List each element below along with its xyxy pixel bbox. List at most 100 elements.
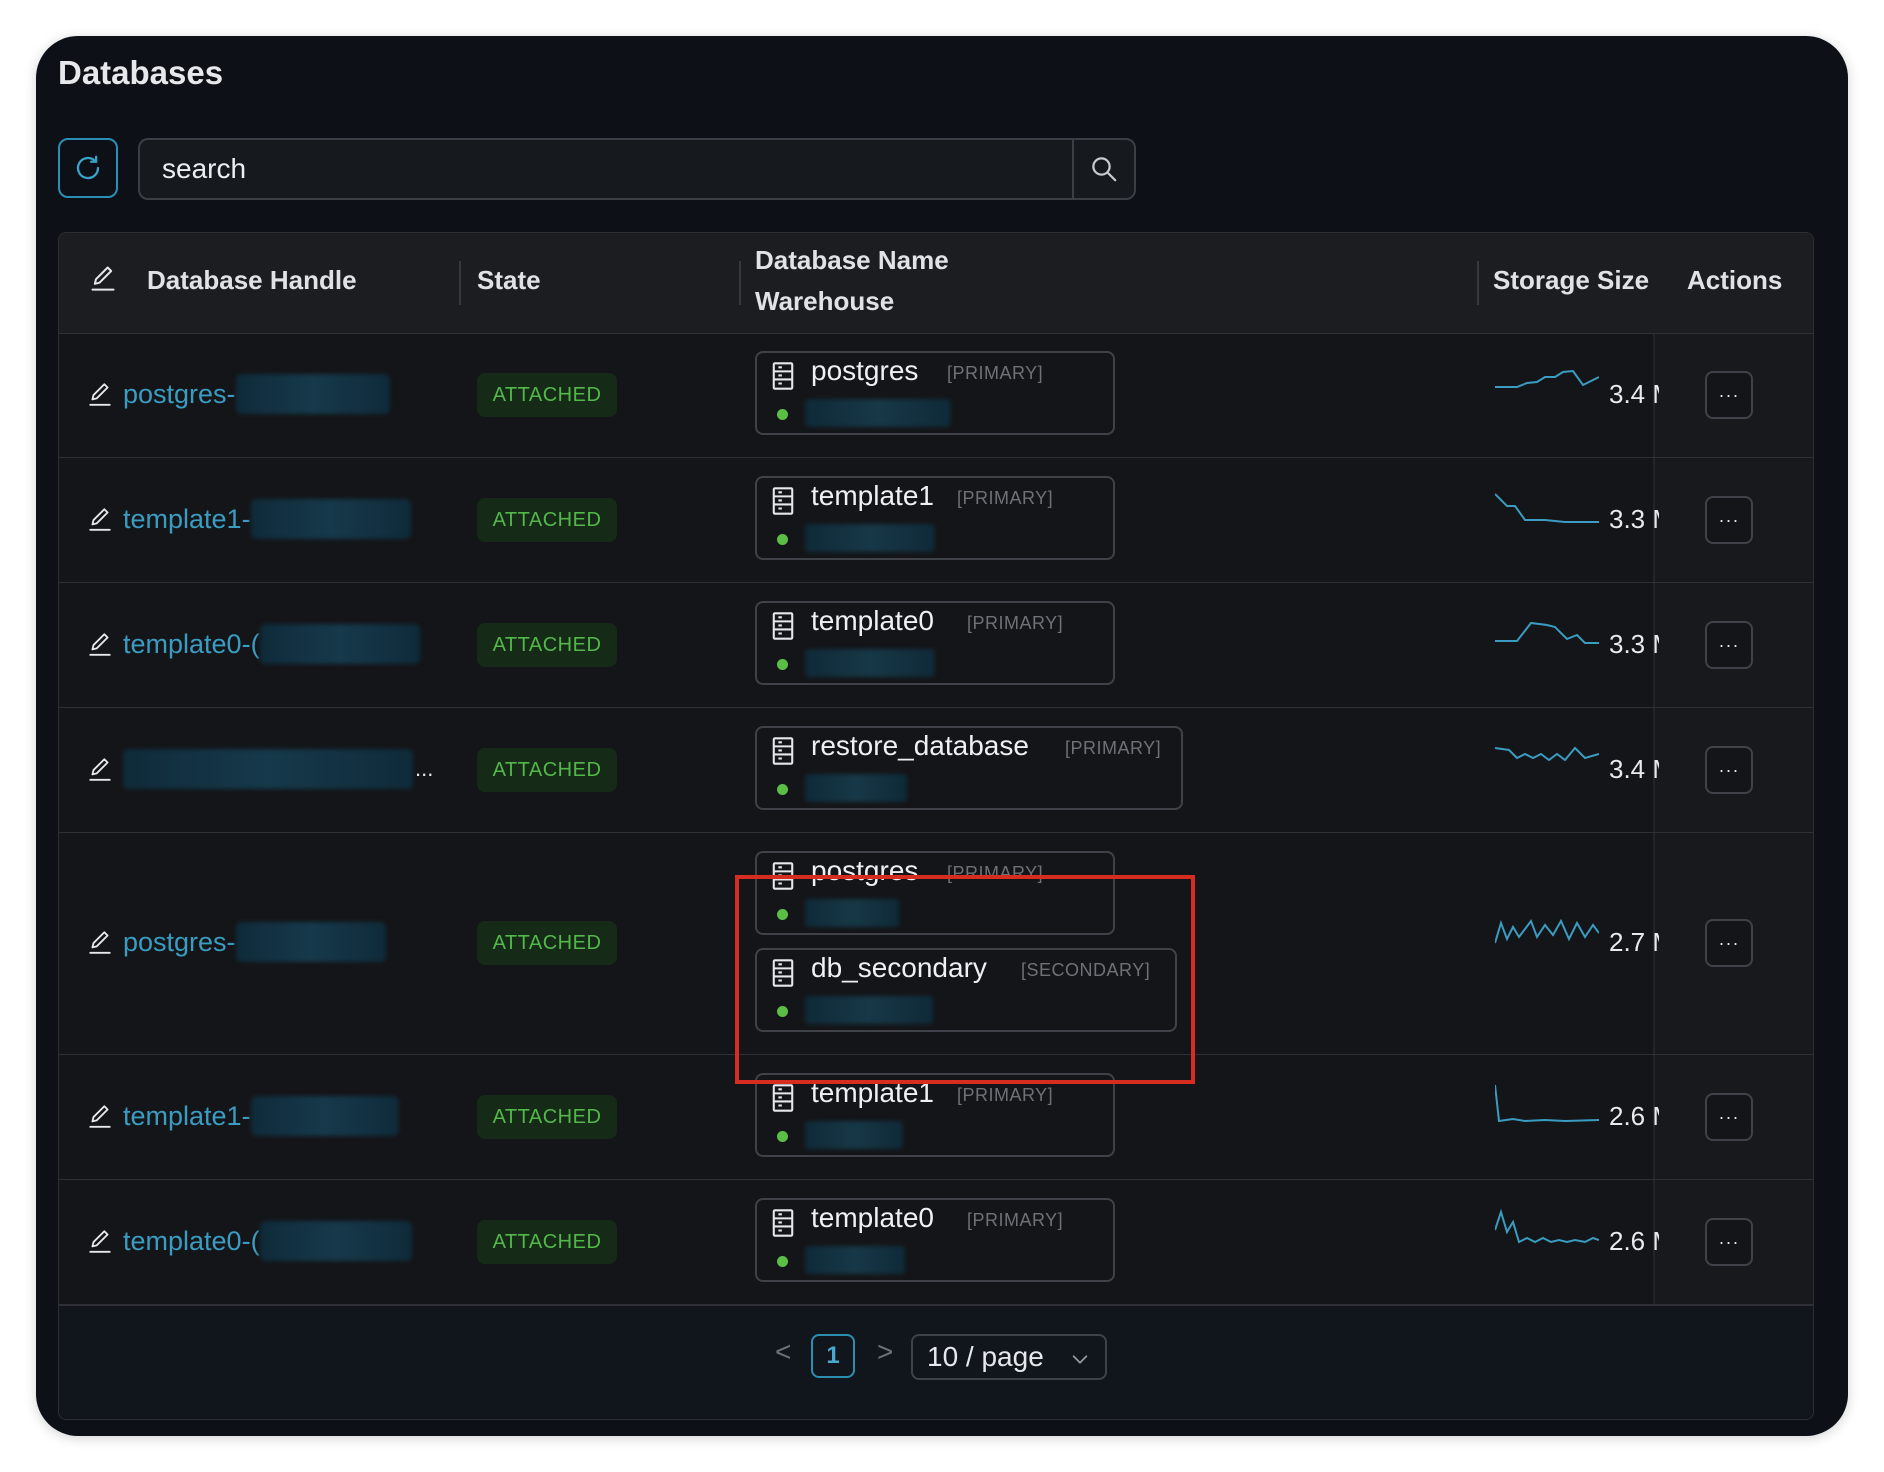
- handle-text: template0-(: [123, 628, 260, 659]
- storage-size: 3.4 MB: [1609, 754, 1659, 784]
- column-header-handle[interactable]: Database Handle: [147, 265, 357, 296]
- database-card[interactable]: template1 [PRIMARY]: [755, 476, 1115, 560]
- pencil-icon[interactable]: [87, 1102, 113, 1130]
- column-divider: [1477, 261, 1479, 305]
- redacted-warehouse: [805, 1121, 903, 1149]
- redacted-warehouse: [805, 899, 899, 927]
- database-card[interactable]: restore_database [PRIMARY]: [755, 726, 1183, 810]
- database-card[interactable]: postgres [PRIMARY]: [755, 351, 1115, 435]
- database-handle-link[interactable]: template1-: [87, 499, 411, 539]
- database-card[interactable]: template0 [PRIMARY]: [755, 601, 1115, 685]
- database-handle-link[interactable]: template1-: [87, 1096, 399, 1136]
- status-dot: [777, 409, 788, 420]
- row-actions-button[interactable]: ···: [1705, 1093, 1753, 1141]
- database-handle-link[interactable]: template0-(: [87, 1221, 412, 1261]
- search-button[interactable]: [1072, 140, 1134, 198]
- row-actions-button[interactable]: ···: [1705, 621, 1753, 669]
- pencil-icon[interactable]: [87, 505, 113, 533]
- storage-sparkline: [1495, 1084, 1599, 1123]
- redacted-warehouse: [805, 1246, 905, 1274]
- database-role: [PRIMARY]: [947, 863, 1044, 883]
- row-actions-button[interactable]: ···: [1705, 1218, 1753, 1266]
- column-header-db-name[interactable]: Database Name: [755, 245, 949, 276]
- database-icon: [772, 1084, 794, 1112]
- page-size-label: 10 / page: [927, 1341, 1044, 1372]
- pagination: < 1 > 10 / page: [59, 1305, 1813, 1419]
- database-handle-link[interactable]: postgres-: [87, 922, 386, 962]
- database-card[interactable]: db_secondary [SECONDARY]: [755, 948, 1177, 1032]
- truncation-ellipsis: ...: [415, 756, 434, 781]
- chevron-down-icon: [1072, 1355, 1088, 1364]
- pagination-prev-button[interactable]: <: [775, 1336, 791, 1368]
- database-name: template0: [811, 1202, 934, 1233]
- search-input[interactable]: [140, 140, 1072, 198]
- row-actions-button[interactable]: ···: [1705, 371, 1753, 419]
- storage-size: 3.3 MB: [1609, 504, 1659, 534]
- table-row: template0-( ATTACHED template0 [PRIMARY]…: [59, 1180, 1813, 1305]
- pencil-icon[interactable]: [87, 1227, 113, 1255]
- table-row: ... ATTACHED restore_database [PRIMARY] …: [59, 708, 1813, 833]
- database-name: template1: [811, 480, 934, 511]
- column-header-warehouse[interactable]: Warehouse: [755, 286, 894, 317]
- database-card[interactable]: template0 [PRIMARY]: [755, 1198, 1115, 1282]
- column-divider: [739, 261, 741, 305]
- table-row: template0-( ATTACHED template0 [PRIMARY]…: [59, 583, 1813, 708]
- more-horizontal-icon: ···: [1718, 759, 1740, 780]
- refresh-icon: [76, 155, 100, 180]
- pencil-icon[interactable]: [87, 928, 113, 956]
- redacted-handle: [259, 1221, 412, 1261]
- status-badge: ATTACHED: [477, 1220, 617, 1264]
- database-handle-link[interactable]: template0-(: [87, 624, 420, 664]
- row-actions-button[interactable]: ···: [1705, 746, 1753, 794]
- redacted-handle: [235, 374, 390, 414]
- page-size-select[interactable]: 10 / page: [911, 1334, 1107, 1380]
- redacted-handle: [259, 624, 420, 664]
- table-header: Database Handle State Database Name Ware…: [59, 233, 1813, 334]
- database-card[interactable]: postgres [PRIMARY]: [755, 851, 1115, 935]
- more-horizontal-icon: ···: [1718, 509, 1740, 530]
- row-actions-button[interactable]: ···: [1705, 919, 1753, 967]
- more-horizontal-icon: ···: [1718, 634, 1740, 655]
- more-horizontal-icon: ···: [1718, 932, 1740, 953]
- pagination-current-page[interactable]: 1: [811, 1334, 855, 1378]
- pagination-next-button[interactable]: >: [877, 1336, 893, 1368]
- refresh-button[interactable]: [58, 138, 118, 198]
- search-box: [138, 138, 1136, 200]
- databases-window: Databases Database Handle State Database: [36, 36, 1848, 1436]
- status-dot: [777, 659, 788, 670]
- pencil-icon[interactable]: [87, 755, 113, 783]
- status-badge: ATTACHED: [477, 373, 617, 417]
- status-badge: ATTACHED: [477, 498, 617, 542]
- column-header-storage[interactable]: Storage Size: [1493, 265, 1649, 296]
- database-icon: [772, 959, 794, 987]
- handle-text: template0-(: [123, 1225, 260, 1256]
- page-title: Databases: [58, 54, 224, 91]
- handle-header-edit-icon[interactable]: [89, 263, 117, 300]
- storage-sparkline: [1495, 621, 1599, 644]
- redacted-handle: [250, 499, 411, 539]
- database-icon: [772, 487, 794, 515]
- handle-text: template1-: [123, 503, 251, 534]
- redacted-warehouse: [805, 649, 935, 677]
- status-dot: [777, 909, 788, 920]
- status-dot: [777, 534, 788, 545]
- storage-size: 3.3 MB: [1609, 629, 1659, 659]
- status-dot: [777, 784, 788, 795]
- redacted-handle: [235, 922, 386, 962]
- database-icon: [772, 737, 794, 765]
- column-header-state[interactable]: State: [477, 265, 541, 296]
- status-dot: [777, 1131, 788, 1142]
- database-handle-link[interactable]: ...: [87, 749, 433, 789]
- row-actions-button[interactable]: ···: [1705, 496, 1753, 544]
- pencil-icon[interactable]: [87, 630, 113, 658]
- redacted-warehouse: [805, 524, 935, 552]
- redacted-warehouse: [805, 399, 951, 427]
- pencil-icon[interactable]: [87, 380, 113, 408]
- database-role: [PRIMARY]: [947, 363, 1044, 383]
- database-card[interactable]: template1 [PRIMARY]: [755, 1073, 1115, 1157]
- database-handle-link[interactable]: postgres-: [87, 374, 390, 414]
- databases-table: Database Handle State Database Name Ware…: [58, 232, 1814, 1420]
- table-row: template1- ATTACHED template1 [PRIMARY] …: [59, 458, 1813, 583]
- storage-sparkline: [1495, 493, 1599, 523]
- status-badge: ATTACHED: [477, 921, 617, 965]
